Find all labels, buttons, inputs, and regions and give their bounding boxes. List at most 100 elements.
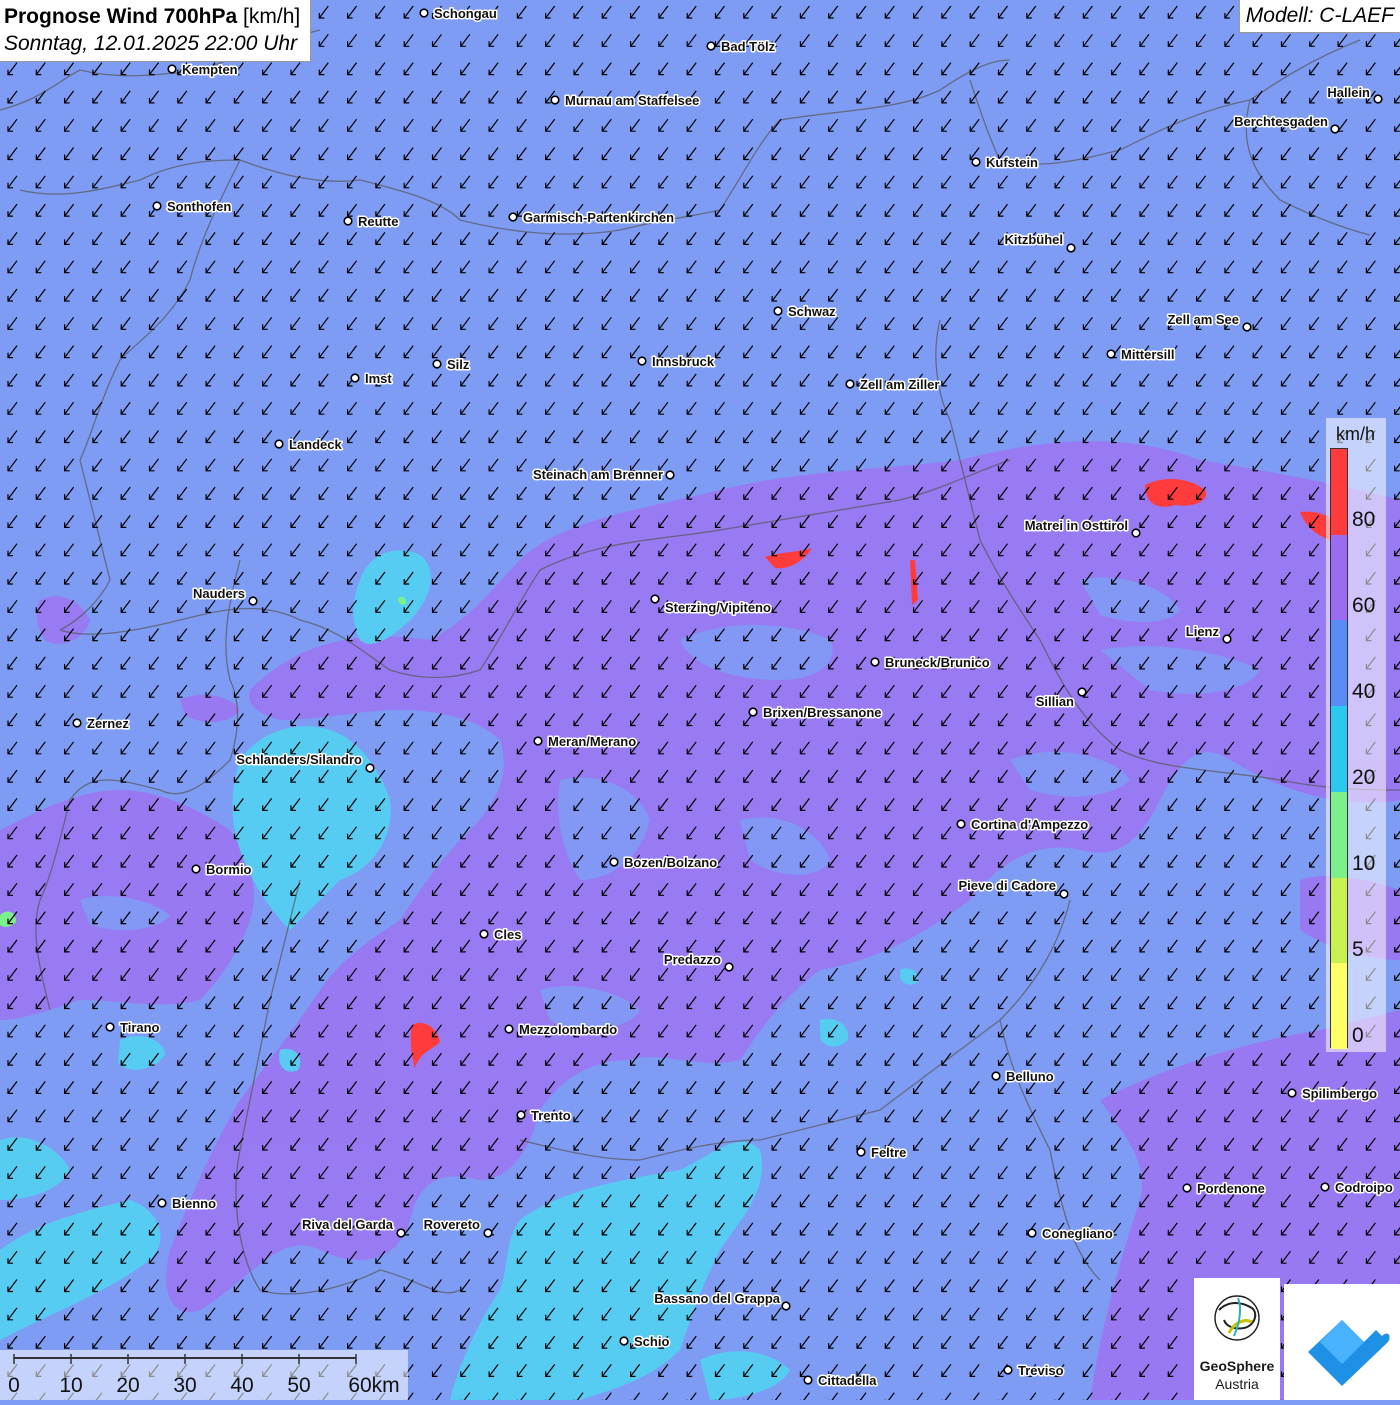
city-label: Innsbruck: [652, 354, 715, 369]
city-dot: [1003, 1365, 1013, 1375]
city-dot: [365, 763, 375, 773]
legend-segment: [1331, 449, 1347, 535]
city-label: Pieve di Cadore: [958, 878, 1056, 893]
city-dot: [504, 1024, 514, 1034]
legend-tick-label: 5: [1352, 938, 1364, 961]
city-dot: [248, 596, 258, 606]
city-label: Murnau am Staffelsee: [565, 93, 699, 108]
city-label: Silz: [447, 357, 470, 372]
city-label: Bormio: [206, 862, 252, 877]
city-label: Belluno: [1006, 1069, 1054, 1084]
city-dot: [665, 470, 675, 480]
weather-app-logo: [1284, 1284, 1400, 1400]
city-dot: [1373, 94, 1383, 104]
city-label: Conegliano: [1042, 1226, 1113, 1241]
city-dot: [419, 8, 429, 18]
geosphere-logo: GeoSphere Austria: [1194, 1278, 1280, 1400]
city-dot: [167, 64, 177, 74]
city-dot: [650, 594, 660, 604]
city-dot: [1182, 1183, 1192, 1193]
city-dot: [508, 212, 518, 222]
city-dot: [274, 439, 284, 449]
city-dot: [396, 1228, 406, 1238]
geosphere-logo-icon: [1214, 1295, 1260, 1341]
city-dot: [479, 929, 489, 939]
geosphere-sub: Austria: [1215, 1376, 1259, 1392]
city-label: Berchtesgaden: [1234, 114, 1328, 129]
scale-tick-label: 10: [59, 1374, 82, 1397]
city-dot: [956, 819, 966, 829]
city-label: Steinach am Brenner: [533, 467, 663, 482]
forecast-datetime: Sonntag, 12.01.2025 22:00 Uhr: [4, 32, 298, 55]
city-dot: [609, 857, 619, 867]
legend-segment: [1331, 877, 1347, 964]
city-dot: [1077, 687, 1087, 697]
city-dot: [724, 962, 734, 972]
city-label: Pordenone: [1197, 1181, 1265, 1196]
city-label: Bad Tölz: [721, 39, 776, 54]
city-label: Brixen/Bressanone: [763, 705, 882, 720]
city-dot: [781, 1301, 791, 1311]
legend-tick-label: 40: [1352, 680, 1376, 703]
city-dot: [870, 657, 880, 667]
city-dot: [343, 216, 353, 226]
city-label: Kempten: [182, 62, 238, 77]
city-dot: [803, 1375, 813, 1385]
scale-tick-label: 50: [287, 1374, 310, 1397]
city-dot: [350, 373, 360, 383]
city-label: Tirano: [120, 1020, 160, 1035]
city-label: Predazzo: [664, 952, 721, 967]
city-label: Schongau: [434, 6, 497, 21]
city-label: Mezzolombardo: [519, 1022, 617, 1037]
weather-app-icon: [1308, 1320, 1390, 1386]
city-label: Matrei in Osttirol: [1025, 518, 1128, 533]
city-label: Bassano del Grappa: [654, 1291, 780, 1306]
legend-tick-label: 80: [1352, 508, 1376, 531]
scale-tick-label: 30: [173, 1374, 196, 1397]
legend-segment: [1331, 706, 1347, 792]
city-dot: [533, 736, 543, 746]
scale-tick-label: 60km: [348, 1374, 399, 1397]
city-label: Meran/Merano: [548, 734, 636, 749]
city-dot: [748, 707, 758, 717]
city-dot: [191, 864, 201, 874]
city-dot: [72, 718, 82, 728]
city-dot: [432, 359, 442, 369]
scale-tick-label: 40: [230, 1374, 253, 1397]
city-label: Feltre: [871, 1145, 906, 1160]
color-legend: km/h 80 60 40 20 10 5 0: [1326, 418, 1386, 1052]
city-dot: [516, 1110, 526, 1120]
legend-segment: [1331, 791, 1347, 878]
scale-tick-label: 20: [116, 1374, 139, 1397]
city-label: Cittadella: [818, 1373, 877, 1388]
city-label: Lienz: [1186, 624, 1220, 639]
city-label: Nauders: [193, 586, 245, 601]
city-label: Zell am Ziller: [860, 377, 939, 392]
city-label: Cortina d'Ampezzo: [971, 817, 1088, 832]
map-title-box: Prognose Wind 700hPa [km/h] Sonntag, 12.…: [0, 0, 312, 62]
city-label: Reutte: [358, 214, 398, 229]
city-label: Bozen/Bolzano: [624, 855, 717, 870]
city-label: Cles: [494, 927, 521, 942]
city-dot: [991, 1071, 1001, 1081]
city-dot: [152, 201, 162, 211]
legend-tick-label: 0: [1352, 1024, 1364, 1047]
city-dot: [483, 1228, 493, 1238]
scale-tick-label: 0: [8, 1374, 20, 1397]
city-label: Bruneck/Brunico: [885, 655, 990, 670]
city-label: Schwaz: [788, 304, 836, 319]
city-dot: [706, 41, 716, 51]
city-label: Landeck: [289, 437, 343, 452]
legend-segment: [1331, 534, 1347, 621]
city-dot: [1066, 243, 1076, 253]
city-label: Mittersill: [1121, 347, 1174, 362]
city-dot: [1222, 634, 1232, 644]
city-dot: [637, 356, 647, 366]
city-dot: [971, 157, 981, 167]
city-label: Hallein: [1327, 85, 1370, 100]
city-label: Treviso: [1018, 1363, 1064, 1378]
city-label: Sterzing/Vipiteno: [665, 600, 771, 615]
city-dot: [773, 306, 783, 316]
city-dot: [157, 1198, 167, 1208]
city-label: Schlanders/Silandro: [236, 752, 362, 767]
